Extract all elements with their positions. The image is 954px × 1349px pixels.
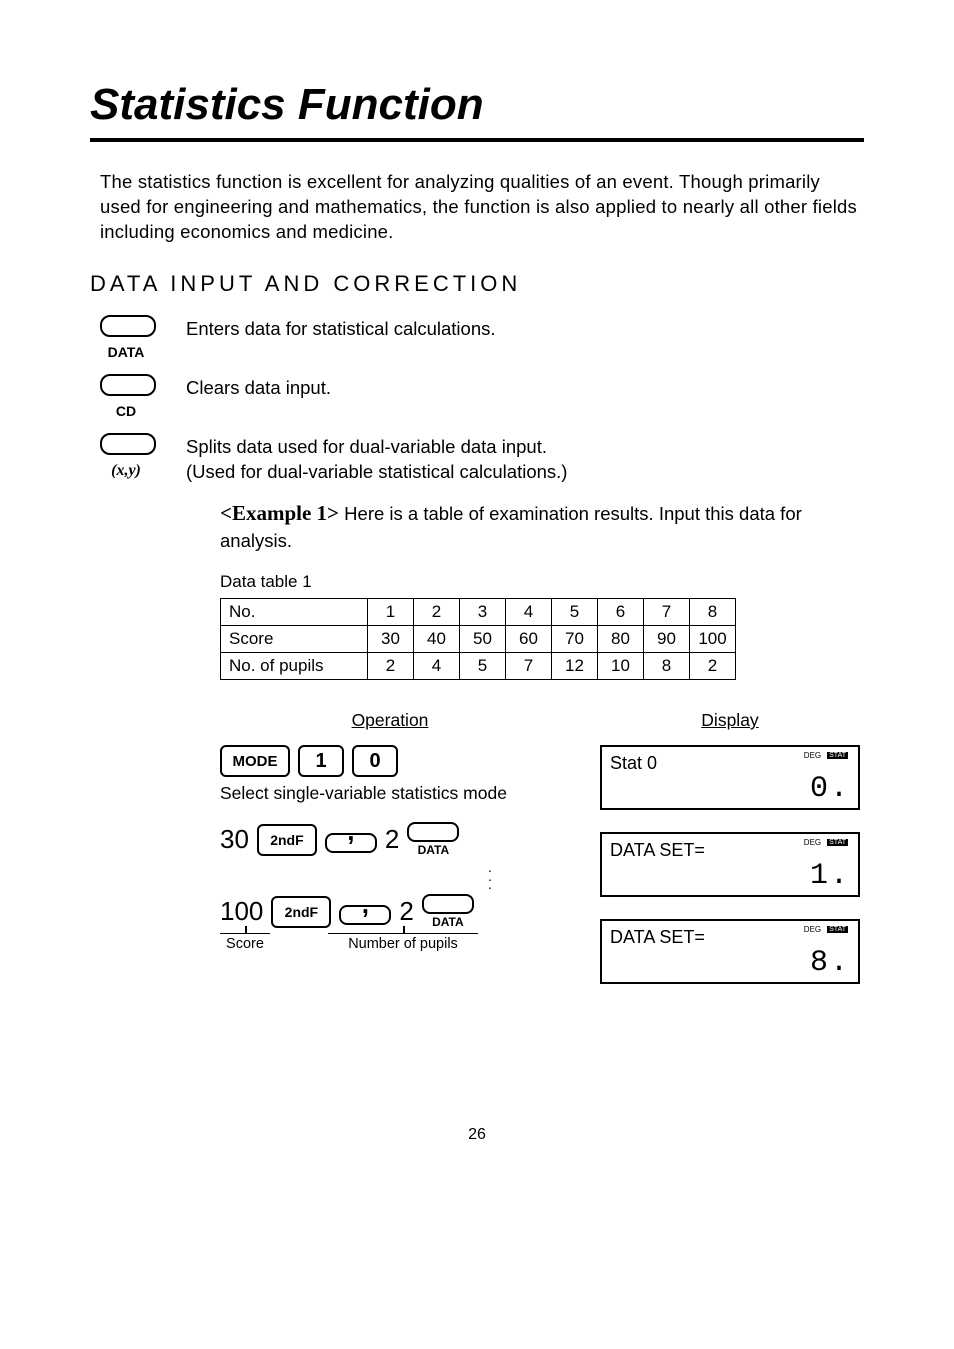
under-score: Score xyxy=(220,933,270,952)
key-desc-cd: Clears data input. xyxy=(186,374,331,401)
op-step-3: 100 2ndF , 2 DATA xyxy=(220,894,560,929)
display-header: Display xyxy=(600,710,860,731)
key-label-data: DATA xyxy=(100,344,152,360)
display-box-2: DEG STAT DATA SET= 1. xyxy=(600,832,860,897)
key-row-xy: (x,y) Splits data used for dual-variable… xyxy=(100,433,864,485)
input-100: 100 xyxy=(220,896,263,927)
table-row: Score 30 40 50 60 70 80 90 100 xyxy=(221,626,736,653)
under-labels: Score Number of pupils xyxy=(220,933,560,952)
num-key-1: 1 xyxy=(298,745,344,777)
operation-column: Operation MODE 1 0 Select single-variabl… xyxy=(220,710,560,1006)
data-key: DATA xyxy=(422,894,474,929)
key-icon-data: DATA xyxy=(100,315,186,360)
key-desc-data: Enters data for statistical calculations… xyxy=(186,315,496,342)
input-30: 30 xyxy=(220,824,249,855)
key-label-xy: (x,y) xyxy=(100,462,152,480)
key-row-data: DATA Enters data for statistical calcula… xyxy=(100,315,864,360)
example-label: <Example 1> xyxy=(220,501,339,525)
data-table: No. 1 2 3 4 5 6 7 8 Score 30 40 50 60 70… xyxy=(220,598,736,680)
op-step-1: MODE 1 0 xyxy=(220,745,560,777)
display-indicators: DEG STAT xyxy=(804,838,848,847)
key-icon-xy: (x,y) xyxy=(100,433,186,480)
secondf-key: 2ndF xyxy=(257,824,317,856)
table-caption: Data table 1 xyxy=(220,572,864,592)
key-row-cd: CD Clears data input. xyxy=(100,374,864,419)
op-step-2: 30 2ndF , 2 DATA xyxy=(220,822,560,857)
comma-key: , xyxy=(325,826,377,852)
data-key: DATA xyxy=(407,822,459,857)
num-key-0: 0 xyxy=(352,745,398,777)
table-row: No. 1 2 3 4 5 6 7 8 xyxy=(221,599,736,626)
page-title: Statistics Function xyxy=(90,80,864,142)
table-row: No. of pupils 2 4 5 7 12 10 8 2 xyxy=(221,653,736,680)
op-note-1: Select single-variable statistics mode xyxy=(220,783,560,804)
display-indicators: DEG STAT xyxy=(804,751,848,760)
display-indicators: DEG STAT xyxy=(804,925,848,934)
display-line2: 0. xyxy=(610,772,850,806)
comma-key: , xyxy=(339,899,391,925)
under-pupils: Number of pupils xyxy=(328,933,478,952)
display-line2: 8. xyxy=(610,946,850,980)
freq-2b: 2 xyxy=(399,896,413,927)
key-desc-xy: Splits data used for dual-variable data … xyxy=(186,433,567,485)
operation-display: Operation MODE 1 0 Select single-variabl… xyxy=(220,710,864,1006)
page: Statistics Function The statistics funct… xyxy=(0,0,954,1184)
display-line2: 1. xyxy=(610,859,850,893)
display-box-1: DEG STAT Stat 0 0. xyxy=(600,745,860,810)
mode-key: MODE xyxy=(220,745,290,777)
page-number: 26 xyxy=(90,1126,864,1144)
display-column: Display DEG STAT Stat 0 0. DEG STAT DATA… xyxy=(600,710,860,1006)
intro-text: The statistics function is excellent for… xyxy=(100,170,864,245)
vertical-dots-icon: ... xyxy=(420,863,560,888)
key-icon-cd: CD xyxy=(100,374,186,419)
display-box-3: DEG STAT DATA SET= 8. xyxy=(600,919,860,984)
key-label-cd: CD xyxy=(100,403,152,419)
freq-2: 2 xyxy=(385,824,399,855)
section-heading: DATA INPUT AND CORRECTION xyxy=(90,271,864,297)
secondf-key: 2ndF xyxy=(271,896,331,928)
operation-header: Operation xyxy=(220,710,560,731)
example-block: <Example 1> Here is a table of examinati… xyxy=(220,499,864,554)
